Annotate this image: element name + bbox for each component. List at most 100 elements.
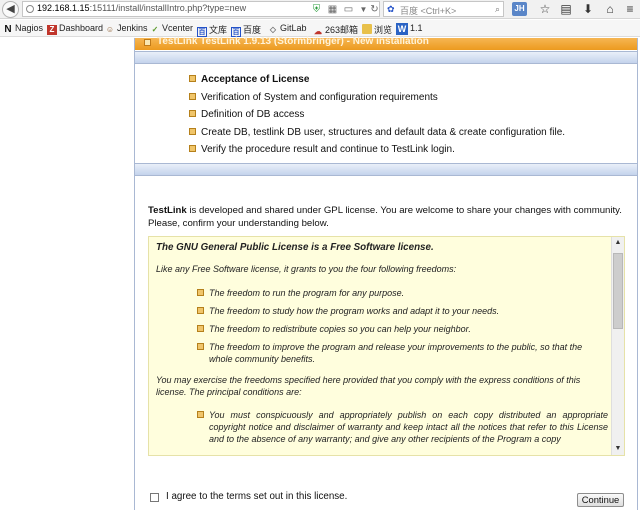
bookmark-label: 文库 bbox=[209, 25, 228, 35]
bookmark-263-mail[interactable]: ☁ 263邮箱 bbox=[313, 23, 358, 37]
list-item: The freedom to study how the program wor… bbox=[197, 305, 608, 317]
url-bar[interactable]: 192.168.1.15:15111/install/installIntro.… bbox=[22, 1, 380, 17]
dashboard-icon: Z bbox=[47, 25, 57, 35]
agree-label[interactable]: I agree to the terms set out in this lic… bbox=[166, 491, 347, 502]
bookmark-jenkins[interactable]: ☺ Jenkins bbox=[105, 23, 148, 35]
bookmark-label: Nagios bbox=[15, 23, 44, 33]
bookmark-nagios[interactable]: N Nagios bbox=[3, 23, 43, 35]
bullet-icon bbox=[197, 343, 204, 350]
bookmark-label: 百度 bbox=[243, 25, 262, 35]
reader-view-icon[interactable]: ▭ bbox=[343, 4, 354, 15]
paw-icon[interactable]: ✿ bbox=[387, 4, 397, 14]
search-placeholder: 百度 <Ctrl+K> bbox=[400, 6, 457, 16]
step-item: Definition of DB access bbox=[189, 109, 565, 127]
bookmark-label: 1.1 bbox=[410, 23, 423, 33]
bookmark-baidu[interactable]: 百百度 bbox=[231, 23, 261, 37]
step-item: Verification of System and configuration… bbox=[189, 92, 565, 110]
page-title-bar: TestLink TestLink 1.9.13 (Stormbringer) … bbox=[135, 36, 638, 50]
globe-icon bbox=[26, 5, 34, 13]
home-icon[interactable]: ⌂ bbox=[602, 1, 618, 17]
freedom-text: The freedom to run the program for any p… bbox=[209, 288, 405, 298]
folder-icon bbox=[362, 24, 372, 34]
bullet-icon bbox=[189, 110, 196, 118]
browser-toolbar: ◀ 192.168.1.15:15111/install/installIntr… bbox=[0, 0, 640, 19]
bookmark-vcenter[interactable]: ✓ Vcenter bbox=[150, 23, 193, 35]
account-avatar[interactable]: JH bbox=[512, 2, 527, 16]
bookmark-wenku[interactable]: 百文库 bbox=[197, 23, 227, 37]
bullet-icon bbox=[197, 307, 204, 314]
search-input[interactable]: ✿ 百度 <Ctrl+K> ⌕ bbox=[383, 1, 504, 17]
bookmark-label: Vcenter bbox=[162, 23, 194, 33]
gitlab-icon: ◇ bbox=[269, 25, 277, 34]
bullet-icon bbox=[197, 325, 204, 332]
step-label: Definition of DB access bbox=[201, 109, 305, 121]
back-arrow-icon[interactable]: ◀ bbox=[2, 1, 19, 18]
bookmark-dashboard[interactable]: Z Dashboard bbox=[47, 23, 103, 35]
scroll-down-arrow-icon[interactable]: ▼ bbox=[613, 444, 623, 454]
step-item: Verify the procedure result and continue… bbox=[189, 144, 565, 162]
bookmark-label: 263邮箱 bbox=[325, 25, 359, 35]
list-item: The freedom to run the program for any p… bbox=[197, 287, 608, 299]
install-steps: Acceptance of License Verification of Sy… bbox=[189, 74, 565, 162]
shield-icon[interactable]: ⛨ bbox=[311, 4, 322, 15]
agree-checkbox[interactable] bbox=[150, 493, 159, 502]
title-bullet-icon bbox=[144, 39, 151, 46]
license-scrollbar[interactable]: ▲ ▼ bbox=[611, 237, 624, 455]
chevron-down-icon[interactable]: ▼ bbox=[358, 4, 369, 15]
license-content: The GNU General Public License is a Free… bbox=[156, 242, 608, 445]
nagios-icon: N bbox=[4, 24, 12, 35]
scrollbar-thumb[interactable] bbox=[613, 253, 623, 329]
url-path: :15111/install/installIntro.php?type=new bbox=[89, 3, 247, 13]
list-item: The freedom to improve the program and r… bbox=[197, 341, 608, 365]
bookmark-folder-browse[interactable]: 浏览 bbox=[362, 23, 392, 36]
section-divider bbox=[135, 51, 638, 64]
jenkins-icon: ☺ bbox=[105, 25, 115, 34]
bookmark-label: 浏览 bbox=[374, 25, 393, 35]
bookmark-label: Jenkins bbox=[117, 23, 148, 33]
bookmark-label: GitLab bbox=[280, 23, 307, 33]
url-host: 192.168.1.15 bbox=[37, 3, 90, 13]
condition-text: You must conspicuously and appropriately… bbox=[209, 410, 608, 444]
bookmarks-bar: N Nagios Z Dashboard ☺ Jenkins ✓ Vcenter 百文库… bbox=[0, 20, 640, 37]
continue-button[interactable]: Continue bbox=[577, 493, 624, 507]
step-label: Verify the procedure result and continue… bbox=[201, 144, 455, 156]
search-icon[interactable]: ⌕ bbox=[495, 4, 500, 15]
bullet-icon bbox=[197, 411, 204, 418]
step-label: Verification of System and configuration… bbox=[201, 91, 438, 103]
scroll-up-arrow-icon[interactable]: ▲ bbox=[613, 238, 623, 248]
list-item: The freedom to redistribute copies so yo… bbox=[197, 323, 608, 335]
star-icon[interactable]: ☆ bbox=[537, 1, 553, 17]
freedoms-list: The freedom to run the program for any p… bbox=[197, 287, 608, 365]
product-name: TestLink bbox=[148, 205, 187, 216]
download-icon[interactable]: ⬇ bbox=[580, 1, 596, 17]
bullet-icon bbox=[189, 145, 196, 153]
vcenter-icon: ✓ bbox=[151, 25, 159, 34]
page-title: TestLink TestLink 1.9.13 (Stormbringer) … bbox=[157, 36, 429, 47]
clipboard-icon[interactable]: ▤ bbox=[558, 1, 574, 17]
intro-body: is developed and shared under GPL licens… bbox=[148, 205, 622, 229]
conditions-list: You must conspicuously and appropriately… bbox=[197, 409, 608, 445]
url-text[interactable]: 192.168.1.15:15111/install/installIntro.… bbox=[37, 3, 246, 13]
list-item: You must conspicuously and appropriately… bbox=[197, 409, 608, 445]
reload-icon[interactable]: ↻ bbox=[369, 4, 380, 15]
section-divider bbox=[135, 163, 638, 176]
bookmark-w[interactable]: W 1.1 bbox=[396, 23, 423, 35]
license-text-area[interactable]: The GNU General Public License is a Free… bbox=[148, 236, 625, 456]
license-conditions-intro: You may exercise the freedoms specified … bbox=[156, 375, 581, 397]
gpl-intro-text: TestLink is developed and shared under G… bbox=[148, 204, 632, 230]
freedom-text: The freedom to redistribute copies so yo… bbox=[209, 324, 471, 334]
freedom-text: The freedom to improve the program and r… bbox=[209, 342, 583, 364]
bookmark-gitlab[interactable]: ◇ GitLab bbox=[268, 23, 307, 35]
license-heading: The GNU General Public License is a Free… bbox=[156, 242, 434, 253]
bookmark-label: Dashboard bbox=[59, 23, 104, 33]
bullet-icon bbox=[189, 92, 196, 100]
step-item: Acceptance of License bbox=[189, 74, 565, 92]
step-item: Create DB, testlink DB user, structures … bbox=[189, 127, 565, 145]
installer-panel: TestLink TestLink 1.9.13 (Stormbringer) … bbox=[134, 36, 638, 510]
word-icon: W bbox=[396, 23, 408, 35]
license-intro: Like any Free Software license, it grant… bbox=[156, 264, 457, 274]
panel-border bbox=[637, 38, 638, 510]
menu-icon[interactable]: ≡ bbox=[622, 1, 638, 17]
qr-code-icon[interactable]: ▦ bbox=[327, 4, 338, 15]
bullet-icon bbox=[197, 289, 204, 296]
